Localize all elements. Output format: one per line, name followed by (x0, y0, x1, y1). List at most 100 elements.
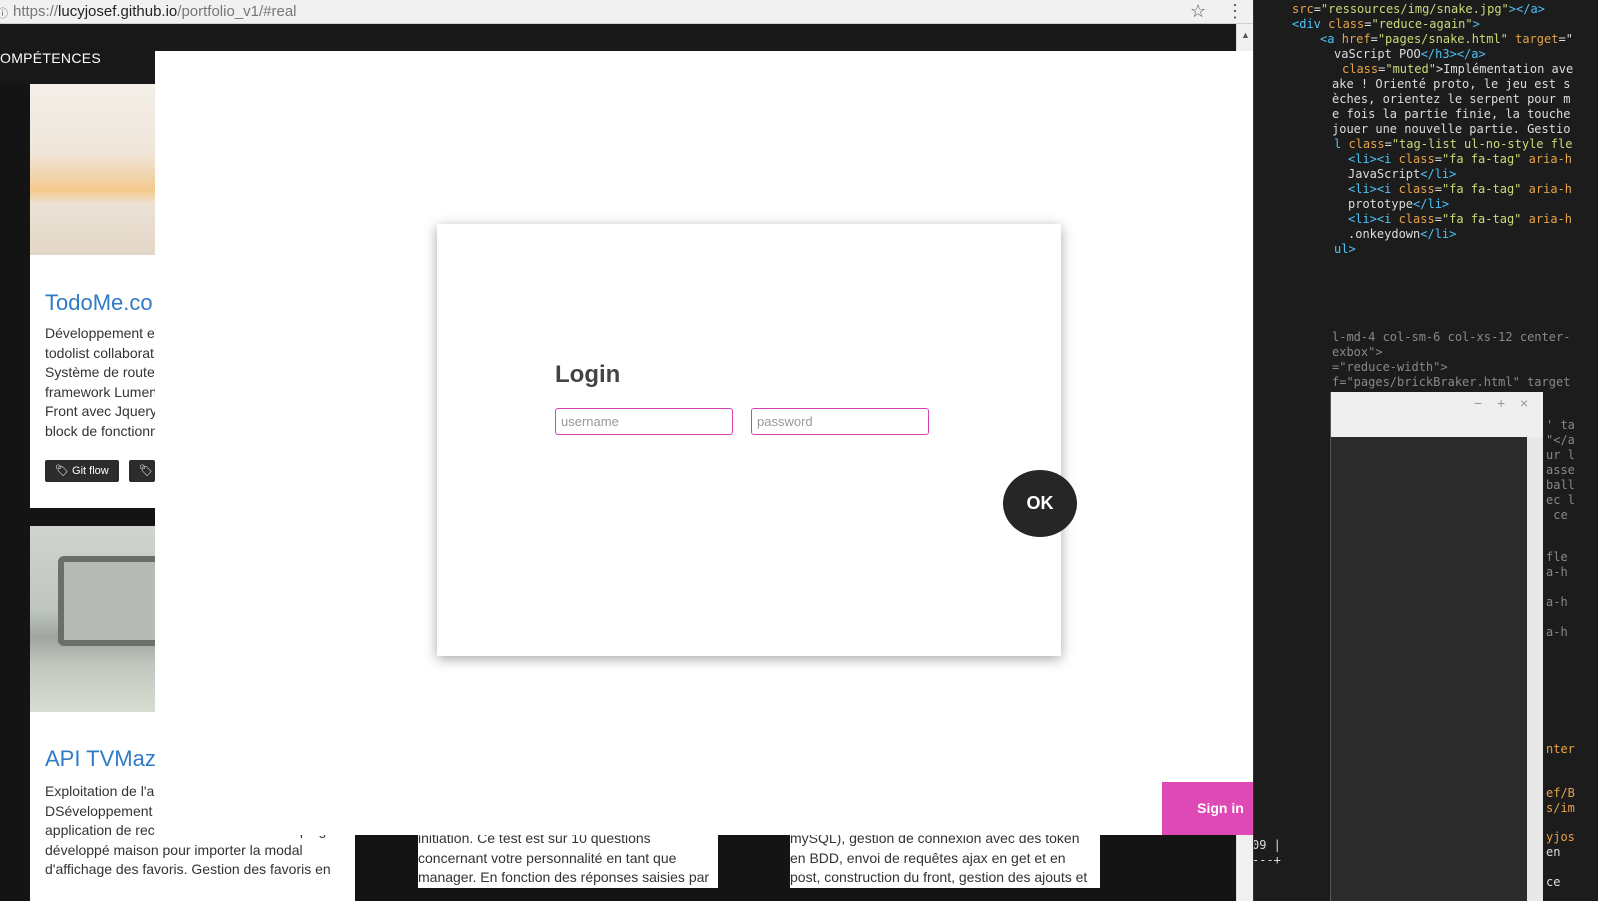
login-modal: Login (437, 224, 1061, 656)
browser-menu-icon[interactable]: ⋮ (1226, 1, 1244, 22)
code-line: ul> (1334, 242, 1356, 257)
bookmark-star-icon[interactable]: ☆ (1190, 1, 1206, 22)
code-token: = (1434, 152, 1442, 166)
code-token: </li> (1413, 197, 1450, 211)
scroll-up-arrow-icon[interactable]: ▲ (1241, 30, 1250, 40)
username-input[interactable] (555, 408, 733, 435)
code-token: <li><i (1348, 152, 1399, 166)
address-bar[interactable]: ⓘ https://lucyjosef.github.io/portfolio_… (0, 0, 1253, 24)
code-line: <li><i class="fa fa-tag" aria-h (1348, 212, 1572, 227)
code-token: class (1328, 17, 1365, 31)
nav-item-competences[interactable]: OMPÉTENCES (0, 50, 101, 66)
code-line: en (1546, 845, 1560, 860)
code-token: ></a> (1508, 2, 1545, 16)
code-line: ef/B (1546, 786, 1575, 801)
code-token: <div (1292, 17, 1329, 31)
code-token: > (1472, 17, 1480, 31)
maximize-icon[interactable]: + (1497, 395, 1505, 411)
code-line: f="pages/brickBraker.html" target (1332, 375, 1570, 390)
code-token: 09 | (1253, 838, 1281, 852)
code-line: l-md-4 col-sm-6 col-xs-12 center- (1332, 330, 1570, 345)
code-token: aria-h (1528, 152, 1573, 166)
code-line: prototype</li> (1348, 197, 1449, 212)
code-token: asse (1546, 463, 1575, 477)
code-line: s/im (1546, 801, 1575, 816)
minimize-icon[interactable]: − (1474, 395, 1482, 411)
code-line: l class="tag-list ul-no-style fle (1334, 137, 1572, 152)
login-title: Login (555, 361, 621, 388)
project-description: mySQL), gestion de connexion avec des to… (790, 829, 1100, 888)
code-line: ce (1546, 508, 1567, 523)
code-token: class (1348, 137, 1385, 151)
code-token: "pages/snake.html" (1377, 32, 1508, 46)
code-token: = (1434, 212, 1442, 226)
code-token: ---+ (1253, 853, 1281, 867)
code-token: "reduce-again" (1371, 17, 1473, 31)
code-token: <li><i (1348, 182, 1399, 196)
code-line: a-h (1546, 595, 1568, 610)
code-line: jouer une nouvelle partie. Gestio (1332, 122, 1570, 137)
code-line: .onkeydown</li> (1348, 227, 1456, 242)
code-token: </li> (1420, 167, 1457, 181)
code-token: class (1398, 212, 1435, 226)
code-token: "fa fa-tag" (1441, 212, 1522, 226)
project-card-api: mySQL), gestion de connexion avec des to… (727, 829, 1100, 901)
code-token: <a (1320, 32, 1342, 46)
code-token: e fois la partie finie, la touche (1332, 107, 1571, 121)
code-token: fle (1546, 550, 1568, 564)
code-token: aria-h (1528, 182, 1573, 196)
terminal-scrollbar[interactable] (1527, 437, 1543, 901)
info-circle-icon[interactable]: ⓘ (0, 5, 8, 21)
code-line: nter (1546, 742, 1575, 757)
code-line: exbox"> (1332, 345, 1383, 360)
code-line: <div class="reduce-again"> (1292, 17, 1480, 32)
code-token: = (1370, 32, 1378, 46)
code-line: ball (1546, 478, 1575, 493)
code-line: <li><i class="fa fa-tag" aria-h (1348, 152, 1572, 167)
code-line: a-h (1546, 625, 1568, 640)
code-line: ---+ (1253, 853, 1281, 868)
code-token: class (1398, 182, 1435, 196)
tag-icon: 🏷 (55, 465, 69, 477)
code-token: "fa fa-tag" (1441, 152, 1522, 166)
code-token: ef/B (1546, 786, 1575, 800)
code-token: ake ! Orienté proto, le jeu est s (1332, 77, 1571, 91)
code-line: src="ressources/img/snake.jpg"></a> (1292, 2, 1545, 17)
code-line: èches, orientez le serpent pour m (1332, 92, 1570, 107)
code-token: a-h (1546, 565, 1568, 579)
code-token: JavaScript (1348, 167, 1421, 181)
project-title[interactable]: API TVMaz (45, 746, 170, 772)
code-line: ="reduce-width"> (1332, 360, 1448, 375)
code-token: = (1384, 137, 1392, 151)
code-token: a-h (1546, 595, 1568, 609)
code-token: ="reduce-width"> (1332, 360, 1448, 374)
close-icon[interactable]: × (1520, 395, 1528, 411)
code-token: </h3></a> (1420, 47, 1486, 61)
url-text[interactable]: https://lucyjosef.github.io/portfolio_v1… (13, 3, 297, 20)
terminal-titlebar[interactable]: − + × (1331, 392, 1543, 437)
terminal-body[interactable] (1331, 437, 1527, 901)
ok-button[interactable]: OK (1003, 470, 1077, 537)
code-token: jouer une nouvelle partie. Gestio (1332, 122, 1571, 136)
code-token: ul> (1334, 242, 1356, 256)
code-token: s/im (1546, 801, 1575, 815)
code-line: 09 | (1253, 838, 1281, 853)
code-line: yjos (1546, 830, 1575, 845)
code-token: "fa fa-tag" (1441, 182, 1522, 196)
code-token: = (1313, 2, 1321, 16)
code-line: <li><i class="fa fa-tag" aria-h (1348, 182, 1572, 197)
code-line: ' ta (1546, 418, 1575, 433)
password-input[interactable] (751, 408, 929, 435)
tag-git-flow[interactable]: 🏷 Git flow (45, 460, 119, 482)
code-token: nter (1546, 742, 1575, 756)
code-token: l-md-4 col-sm-6 col-xs-12 center- (1332, 330, 1571, 344)
tag-second[interactable]: 🏷 (129, 460, 155, 482)
code-token: vaScript POO (1334, 47, 1421, 61)
code-token: "</a (1546, 433, 1575, 447)
code-token: ur l (1546, 448, 1575, 462)
code-token: "muted" (1385, 62, 1436, 76)
code-token: .onkeydown (1348, 227, 1421, 241)
code-token: =" (1558, 32, 1573, 46)
project-title[interactable]: TodoMe.co (45, 290, 170, 316)
